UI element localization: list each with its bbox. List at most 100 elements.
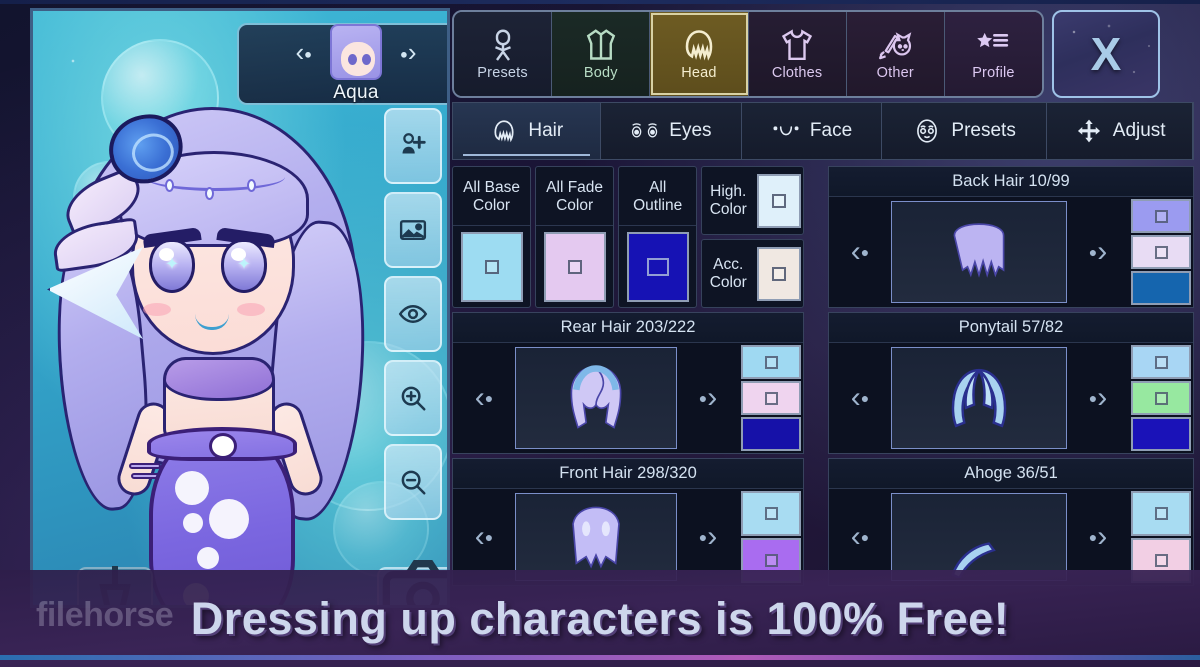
rear-hair-swatches — [739, 343, 803, 453]
ahoge-base-swatch[interactable] — [1131, 491, 1191, 536]
front-hair-base-swatch[interactable] — [741, 491, 801, 536]
tab-clothes[interactable]: Clothes — [748, 12, 847, 96]
tab-label: Face — [809, 120, 853, 141]
back-hair-prev-button[interactable]: ‹ ● — [829, 197, 891, 307]
next-character-button[interactable]: ●› — [400, 39, 417, 65]
promo-banner: Dressing up characters is 100% Free! — [0, 570, 1200, 667]
swatch-wrap — [754, 240, 803, 307]
character-sprite: ✦ ✦ — [46, 71, 383, 605]
rear-hair-base-swatch[interactable] — [741, 345, 801, 379]
back-hair-next-button[interactable]: ● › — [1067, 197, 1129, 307]
character-name-bar[interactable]: ‹● ●› Aqua — [237, 23, 447, 105]
ponytail-prev-button[interactable]: ‹ ● — [829, 343, 891, 453]
back-hair-outline-swatch[interactable] — [1131, 271, 1191, 305]
preview-toggle-button[interactable] — [384, 276, 442, 352]
presets-face-icon — [917, 119, 938, 143]
tail-bubble — [197, 547, 219, 569]
tab-eyes[interactable]: Eyes — [601, 103, 743, 159]
background-button[interactable] — [384, 192, 442, 268]
all-fade-color-swatch[interactable] — [543, 231, 606, 302]
rear-hair-next-button[interactable]: ● › — [677, 343, 739, 453]
zoom-out-button[interactable] — [384, 444, 442, 520]
avatar-eye — [362, 54, 371, 65]
high-color-label: High. Color — [709, 183, 747, 218]
tab-label: Presets — [951, 120, 1016, 141]
image-icon — [399, 220, 427, 240]
tab-label: Profile — [972, 65, 1015, 81]
face-icon — [773, 126, 799, 136]
back-hair-panel: Back Hair 10/99 ‹ ● ● › — [828, 166, 1194, 308]
prev-character-button[interactable]: ‹● — [295, 39, 312, 65]
tab-other[interactable]: Other — [846, 12, 945, 96]
hair-icon — [685, 30, 713, 61]
tab-adjust[interactable]: Adjust — [1047, 103, 1193, 159]
rear-hair-icon — [570, 365, 622, 429]
ahoge-title: Ahoge 36/51 — [829, 459, 1193, 489]
mannequin-icon — [494, 29, 511, 61]
tail-bubble — [175, 471, 209, 505]
tail-bubble — [183, 513, 203, 533]
highlight-accent-controls: High. Color Acc. Color — [701, 166, 804, 308]
blush-left — [143, 303, 171, 316]
add-character-button[interactable] — [384, 108, 442, 184]
eye-right: ✦ — [221, 239, 267, 293]
all-base-color-swatch[interactable] — [460, 231, 523, 302]
rear-hair-fade-swatch[interactable] — [741, 381, 801, 415]
back-hair-preview[interactable] — [891, 201, 1067, 303]
rear-hair-prev-button[interactable]: ‹ ● — [453, 343, 515, 453]
tab-profile[interactable]: Profile — [944, 12, 1042, 96]
ponytail-swatches — [1129, 343, 1193, 453]
banner-accent-line — [0, 655, 1200, 660]
back-hair-icon — [953, 223, 1005, 278]
zoom-out-icon — [401, 470, 426, 495]
tab-label: Clothes — [771, 65, 823, 81]
close-editor-button[interactable]: X — [1052, 10, 1160, 98]
ponytail-preview[interactable] — [891, 347, 1067, 449]
zoom-in-icon — [401, 386, 426, 411]
back-hair-base-swatch[interactable] — [1131, 199, 1191, 233]
eye-left: ✦ — [149, 239, 195, 293]
promo-banner-text: Dressing up characters is 100% Free! — [190, 592, 1010, 644]
high-color-control[interactable]: High. Color — [701, 166, 804, 235]
high-color-swatch[interactable] — [756, 173, 801, 228]
tab-face-presets[interactable]: Presets — [882, 103, 1048, 159]
jacket-icon — [586, 29, 615, 60]
bangle — [129, 463, 161, 469]
zoom-in-button[interactable] — [384, 360, 442, 436]
character-top-garment — [163, 357, 275, 401]
ponytail-base-swatch[interactable] — [1131, 345, 1191, 379]
ponytail-outline-swatch[interactable] — [1131, 417, 1191, 451]
rear-hair-panel: Rear Hair 203/222 ‹ ● ● › — [452, 312, 804, 454]
all-outline-label: All Outline — [633, 179, 683, 214]
tab-face[interactable]: Face — [742, 103, 882, 159]
back-hair-fade-swatch[interactable] — [1131, 235, 1191, 269]
editor-panel: Presets Body Head Clothes Other Profile … — [452, 6, 1194, 586]
all-base-color-label: All Base Color — [463, 179, 520, 214]
eyes-icon — [632, 123, 658, 138]
rear-hair-preview[interactable] — [515, 347, 677, 449]
swatch-wrap — [536, 225, 614, 307]
tab-label: Hair — [528, 120, 564, 141]
ahoge-preview[interactable] — [891, 493, 1067, 581]
acc-color-control[interactable]: Acc. Color — [701, 239, 804, 308]
tab-label: Adjust — [1112, 120, 1166, 141]
sub-tab-bar: Hair Eyes Face Presets Adjust — [452, 102, 1194, 160]
front-hair-preview[interactable] — [515, 493, 677, 581]
tab-head[interactable]: Head — [650, 12, 749, 96]
ponytail-next-button[interactable]: ● › — [1067, 343, 1129, 453]
all-outline-color-control[interactable]: All Outline — [618, 166, 698, 308]
tab-hair[interactable]: Hair — [453, 103, 601, 159]
all-fade-color-control[interactable]: All Fade Color — [535, 166, 615, 308]
ahoge-icon — [951, 542, 996, 578]
avatar[interactable] — [330, 24, 382, 80]
rear-hair-outline-swatch[interactable] — [741, 417, 801, 451]
all-outline-color-swatch[interactable] — [626, 231, 689, 302]
tab-presets[interactable]: Presets — [454, 12, 553, 96]
close-button-sparkles — [1054, 12, 1158, 96]
back-hair-title: Back Hair 10/99 — [829, 167, 1193, 197]
all-base-color-control[interactable]: All Base Color — [452, 166, 532, 308]
tab-body[interactable]: Body — [552, 12, 651, 96]
blush-right — [237, 303, 265, 316]
acc-color-swatch[interactable] — [756, 246, 801, 301]
ponytail-fade-swatch[interactable] — [1131, 381, 1191, 415]
